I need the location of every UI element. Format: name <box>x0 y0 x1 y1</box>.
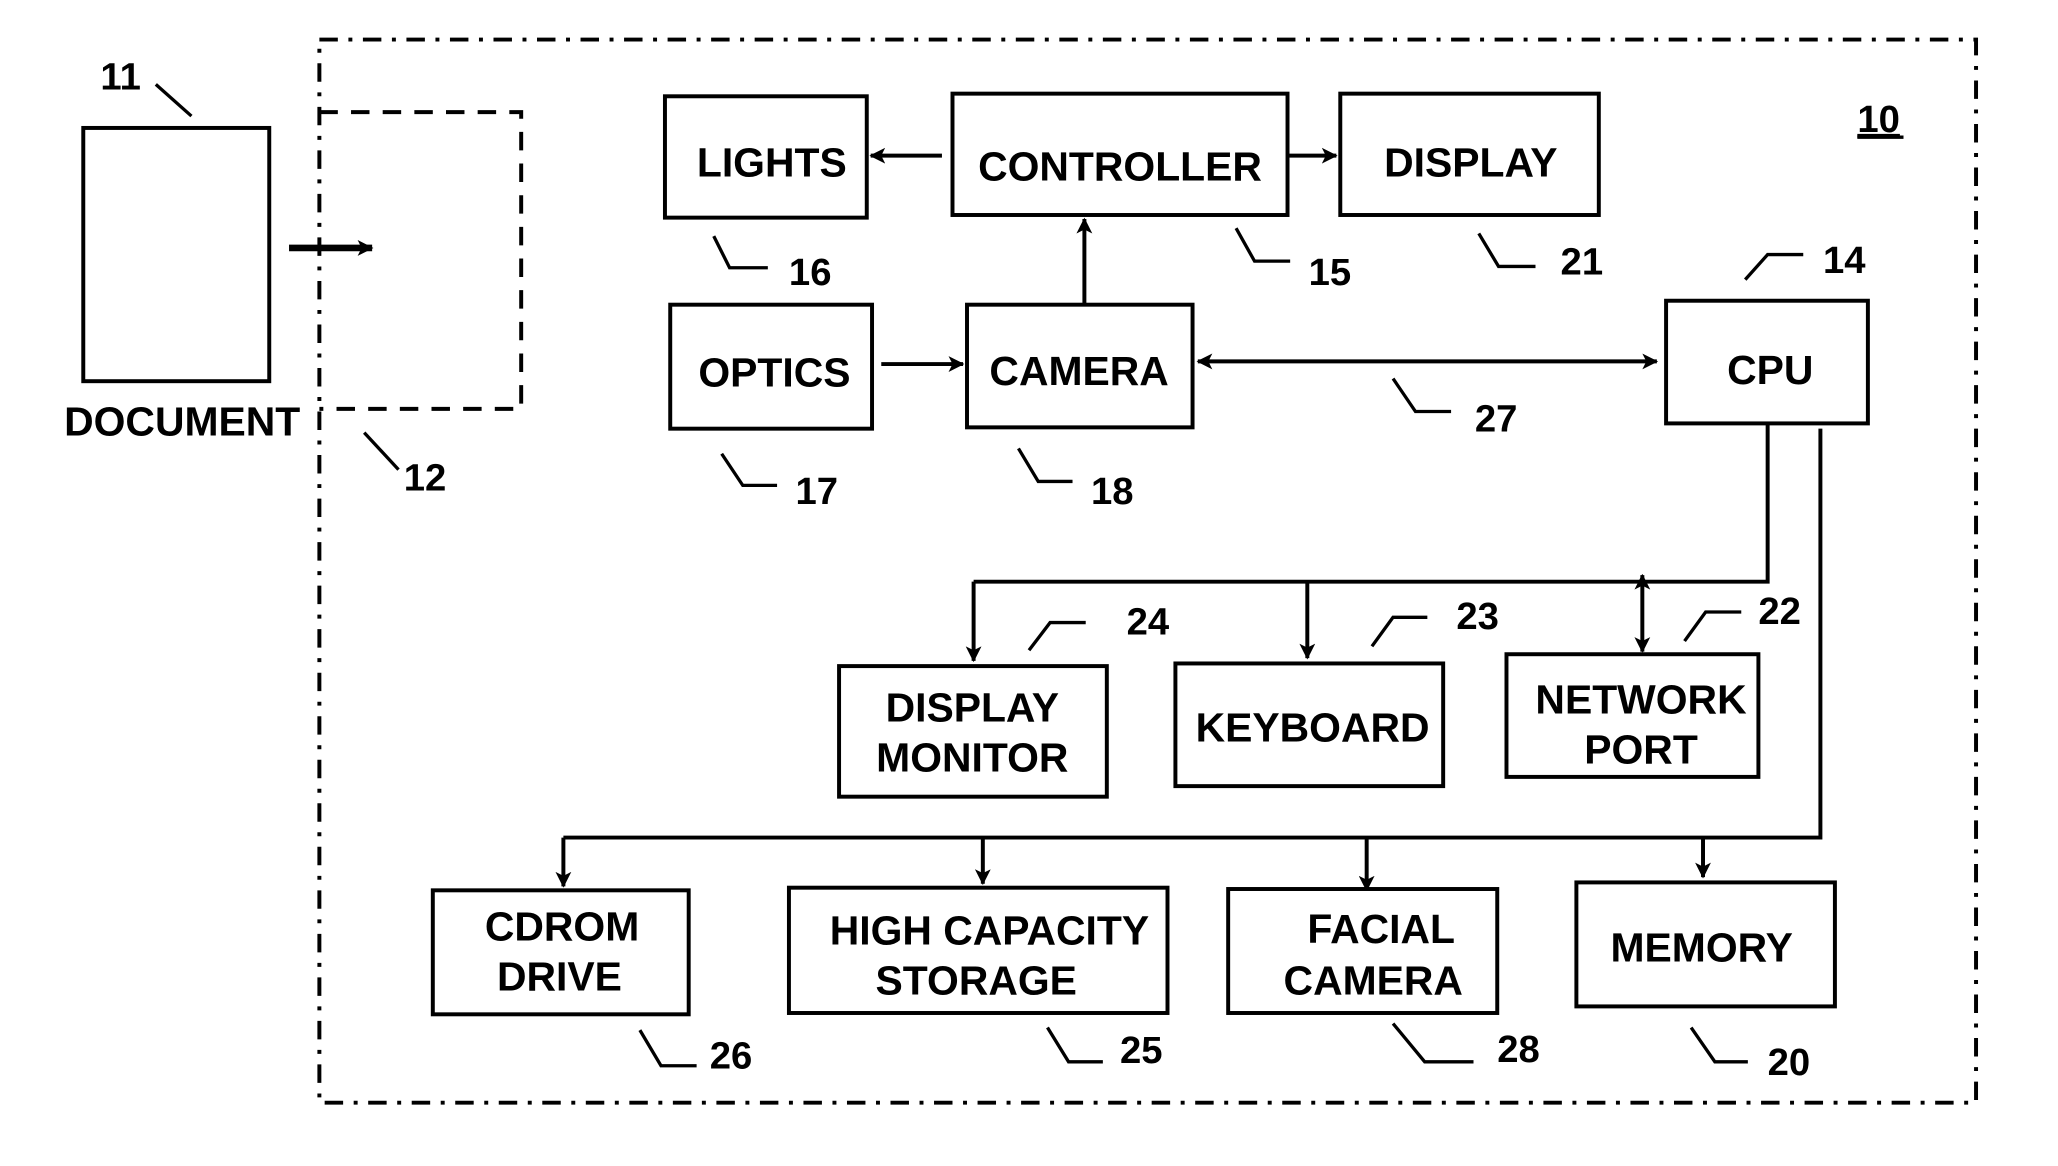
svg-text:CPU: CPU <box>1727 347 1813 393</box>
svg-text:26: 26 <box>710 1034 753 1077</box>
svg-text:16: 16 <box>789 251 832 294</box>
cpu-block: CPU 14 <box>1664 239 1870 426</box>
svg-text:FACIAL: FACIAL <box>1307 906 1455 952</box>
svg-text:15: 15 <box>1309 251 1352 294</box>
svg-text:18: 18 <box>1091 470 1134 513</box>
optics-block: OPTICS 17 <box>668 302 875 513</box>
document: DOCUMENT 11 <box>64 56 300 445</box>
svg-text:DISPLAY: DISPLAY <box>1384 140 1557 186</box>
scan-area-ref: 12 <box>404 457 447 500</box>
svg-text:20: 20 <box>1768 1041 1811 1084</box>
svg-text:PORT: PORT <box>1584 727 1698 773</box>
controller-block: CONTROLLER 15 <box>950 91 1352 294</box>
svg-text:23: 23 <box>1456 595 1499 638</box>
display-monitor-block: DISPLAY MONITOR 24 <box>837 600 1170 799</box>
lights-block: LIGHTS 16 <box>662 94 869 294</box>
bus-ref-leader <box>1391 377 1452 414</box>
svg-text:LIGHTS: LIGHTS <box>697 140 847 186</box>
facial-camera-block: FACIAL CAMERA 28 <box>1226 887 1540 1071</box>
svg-text:DRIVE: DRIVE <box>497 954 622 1000</box>
document-ref: 11 <box>100 56 140 99</box>
system-ref-label: 10 <box>1857 98 1900 141</box>
svg-text:24: 24 <box>1127 600 1170 643</box>
svg-text:25: 25 <box>1120 1029 1163 1072</box>
svg-text:MONITOR: MONITOR <box>876 735 1068 781</box>
svg-text:28: 28 <box>1497 1028 1540 1071</box>
svg-text:STORAGE: STORAGE <box>876 958 1077 1004</box>
svg-text:HIGH CAPACITY: HIGH CAPACITY <box>830 907 1149 953</box>
svg-text:14: 14 <box>1823 239 1866 282</box>
svg-text:CONTROLLER: CONTROLLER <box>978 144 1262 190</box>
svg-text:CAMERA: CAMERA <box>1284 958 1463 1004</box>
svg-text:22: 22 <box>1758 590 1801 633</box>
svg-text:CAMERA: CAMERA <box>989 348 1168 394</box>
bus-ref: 27 <box>1475 397 1518 440</box>
network-port-block: NETWORK PORT 22 <box>1504 590 1801 779</box>
display-block: DISPLAY 21 <box>1338 91 1604 283</box>
svg-text:CDROM: CDROM <box>485 903 639 949</box>
svg-text:DISPLAY: DISPLAY <box>886 684 1059 730</box>
camera-block: CAMERA 18 <box>965 302 1195 513</box>
high-capacity-storage-block: HIGH CAPACITY STORAGE 25 <box>786 885 1170 1072</box>
keyboard-block: KEYBOARD 23 <box>1173 595 1499 789</box>
svg-text:NETWORK: NETWORK <box>1535 677 1747 723</box>
memory-block: MEMORY 20 <box>1574 880 1837 1084</box>
cdrom-drive-block: CDROM DRIVE 26 <box>430 888 753 1077</box>
svg-text:17: 17 <box>796 470 839 513</box>
svg-text:21: 21 <box>1561 240 1604 283</box>
scan-area: 12 <box>319 110 524 500</box>
svg-text:MEMORY: MEMORY <box>1610 925 1792 971</box>
document-label: DOCUMENT <box>64 398 300 444</box>
svg-text:OPTICS: OPTICS <box>698 349 850 395</box>
block-diagram: 10 DOCUMENT 11 12 LIGHTS 16 CONTROLLER 1… <box>64 37 1979 1105</box>
svg-text:KEYBOARD: KEYBOARD <box>1196 704 1430 750</box>
